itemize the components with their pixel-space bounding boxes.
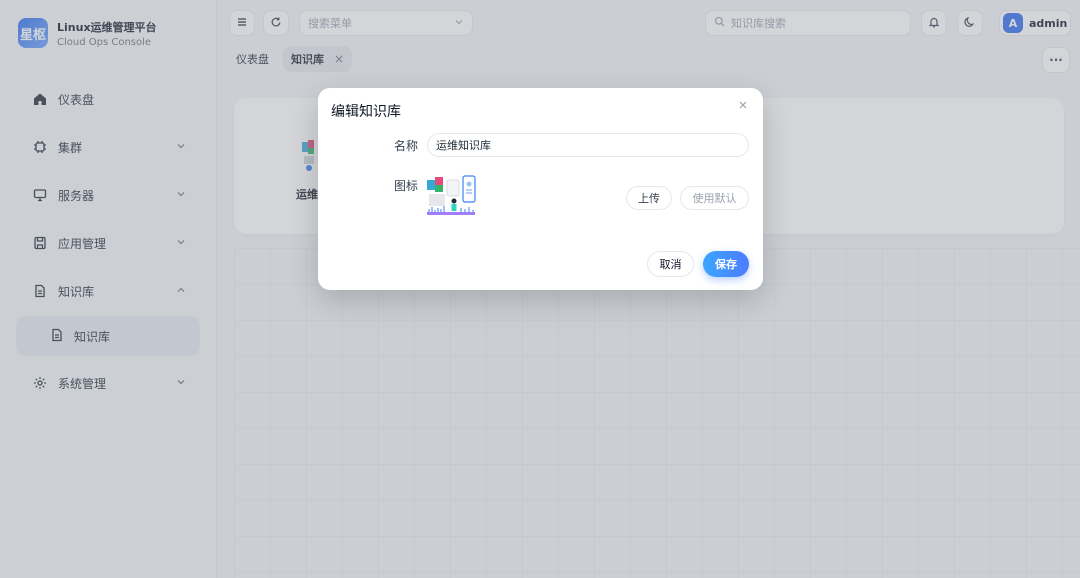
use-default-button[interactable]: 使用默认: [680, 186, 749, 210]
icon-label: 图标: [394, 179, 419, 193]
icon-preview-image: [425, 174, 479, 220]
name-input[interactable]: 运维知识库: [427, 133, 749, 157]
edit-knowledge-modal: 编辑知识库 名称 运维知识库 图标 上传 使用默认 取消 保存: [318, 88, 763, 290]
modal-title: 编辑知识库: [331, 104, 401, 120]
cancel-button[interactable]: 取消: [647, 251, 694, 277]
name-label: 名称: [394, 139, 419, 153]
save-button[interactable]: 保存: [703, 251, 749, 277]
upload-button[interactable]: 上传: [626, 186, 672, 210]
close-icon[interactable]: [736, 98, 750, 112]
